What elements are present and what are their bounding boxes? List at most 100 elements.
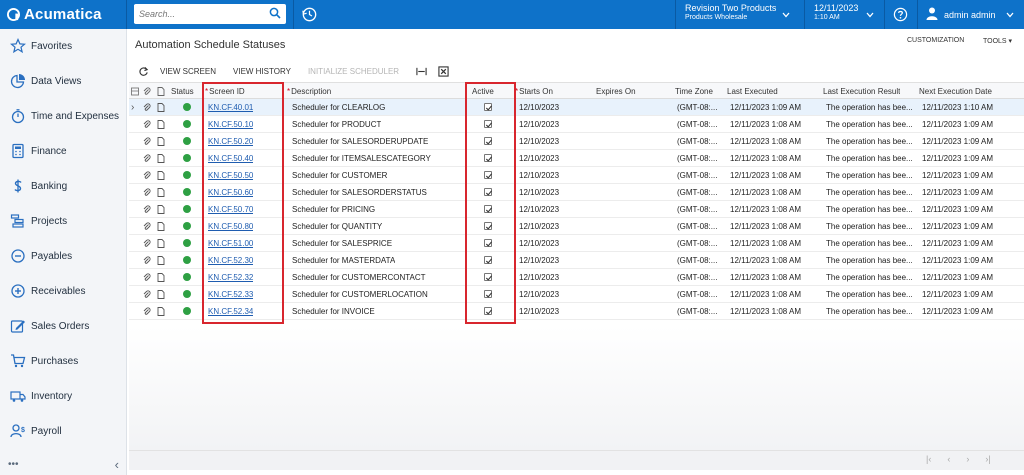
attachment-icon[interactable] [143,205,151,214]
column-header-status[interactable]: Status [171,83,194,100]
tools-menu[interactable]: TOOLS ▾ [983,37,1012,45]
attachment-icon[interactable] [143,239,151,248]
sidebar-item-inventory[interactable]: Inventory [0,379,127,413]
grid-pager [129,450,1024,470]
acumatica-logo[interactable]: Acumatica [0,0,127,29]
grid-settings-icon[interactable] [131,87,139,96]
note-icon[interactable] [157,103,165,112]
attachment-icon[interactable] [143,273,151,282]
sidebar-item-data-views[interactable]: Data Views [0,64,127,98]
last-result-cell: The operation has bee... [826,154,913,163]
sidebar-item-purchases[interactable]: Purchases [0,344,127,378]
status-ok-icon [183,154,191,162]
collapse-sidebar-button[interactable]: ‹ [115,457,119,472]
search-input[interactable] [134,5,264,23]
last-executed-cell: 12/11/2023 1:08 AM [730,290,802,299]
attachment-icon[interactable] [143,188,151,197]
pager-next-button[interactable]: › [966,454,969,464]
company-selector[interactable]: Revision Two Products Products Wholesale [685,3,776,22]
view-screen-button[interactable]: VIEW SCREEN [160,67,216,76]
description-cell: Scheduler for CUSTOMERLOCATION [292,290,428,299]
note-icon[interactable] [157,307,165,316]
note-icon[interactable] [157,273,165,282]
attachment-icon[interactable] [143,154,151,163]
description-cell: Scheduler for SALESPRICE [292,239,393,248]
sidebar-item-banking[interactable]: Banking [0,169,127,203]
sidebar-item-label: Banking [31,180,68,192]
note-icon[interactable] [157,137,165,146]
column-header-description[interactable]: *Description [287,83,331,100]
last-result-cell: The operation has bee... [826,137,913,146]
search-icon[interactable] [269,7,281,19]
note-icon[interactable] [157,154,165,163]
edit-icon [10,320,25,333]
attachment-icon[interactable] [143,222,151,231]
column-header-last-executed[interactable]: Last Executed [727,83,778,100]
sidebar-item-projects[interactable]: Projects [0,204,127,238]
more-button[interactable]: ••• [8,459,19,470]
attachment-icon[interactable] [143,171,151,180]
sidebar-item-time-expenses[interactable]: Time and Expenses [0,99,127,133]
time-zone-cell: (GMT-08:... [677,120,718,129]
sidebar-item-finance[interactable]: Finance [0,134,127,168]
screen-id-highlight [202,82,284,324]
starts-on-cell: 12/10/2023 [519,103,560,112]
attachment-icon[interactable] [143,307,151,316]
pager-prev-button[interactable]: ‹ [947,454,950,464]
next-date-cell: 12/11/2023 1:09 AM [922,137,994,146]
sidebar-item-payables[interactable]: Payables [0,239,127,273]
sidebar-item-sales-orders[interactable]: Sales Orders [0,309,127,343]
payroll-icon: $ [10,424,25,438]
time-zone-cell: (GMT-08:... [677,205,718,214]
starts-on-cell: 12/10/2023 [519,273,560,282]
chevron-down-icon[interactable] [782,12,790,18]
last-result-cell: The operation has bee... [826,222,913,231]
user-name[interactable]: admin admin [944,10,996,20]
pager-last-button[interactable]: ›| [985,454,990,464]
sidebar-item-label: Purchases [31,355,79,367]
column-header-expires-on[interactable]: Expires On [596,83,636,100]
column-header-label: Description [291,87,332,96]
customization-menu[interactable]: CUSTOMIZATION [907,37,964,44]
attachment-icon[interactable] [143,103,151,112]
note-icon[interactable] [157,171,165,180]
column-header-starts-on[interactable]: *Starts On [515,83,553,100]
global-search[interactable] [134,4,286,24]
row-selector-icon[interactable]: › [131,99,134,116]
attachment-icon[interactable] [143,256,151,265]
note-icon[interactable] [157,256,165,265]
starts-on-cell: 12/10/2023 [519,222,560,231]
chevron-down-icon[interactable] [866,12,874,18]
refresh-icon[interactable] [138,66,149,77]
sidebar-item-payroll[interactable]: $ Payroll [0,414,127,448]
sidebar-item-favorites[interactable]: Favorites [0,29,127,63]
view-history-button[interactable]: VIEW HISTORY [233,67,291,76]
note-icon[interactable] [157,239,165,248]
note-icon[interactable] [157,188,165,197]
chevron-down-icon[interactable] [1006,12,1014,18]
next-date-cell: 12/11/2023 1:09 AM [922,222,994,231]
fit-columns-icon[interactable] [416,66,427,77]
initialize-scheduler-button[interactable]: INITIALIZE SCHEDULER [308,67,399,76]
note-icon[interactable] [157,205,165,214]
sidebar-item-label: Time and Expenses [31,110,120,122]
last-result-cell: The operation has bee... [826,307,913,316]
attachment-icon[interactable] [143,120,151,129]
status-ok-icon [183,290,191,298]
user-icon[interactable] [926,7,938,20]
column-header-next-date[interactable]: Next Execution Date [919,83,992,100]
pager-first-button[interactable]: |‹ [926,454,931,464]
history-icon[interactable] [300,5,319,24]
attachment-icon[interactable] [143,290,151,299]
help-icon[interactable] [893,7,908,22]
column-header-time-zone[interactable]: Time Zone [675,83,713,100]
sidebar-item-receivables[interactable]: Receivables [0,274,127,308]
branch-name: Products Wholesale [685,13,748,21]
note-icon[interactable] [157,222,165,231]
column-header-last-result[interactable]: Last Execution Result [823,83,900,100]
attachment-icon[interactable] [143,137,151,146]
note-icon[interactable] [157,290,165,299]
export-excel-icon[interactable] [438,65,449,77]
note-icon[interactable] [157,120,165,129]
business-date[interactable]: 12/11/2023 1:10 AM [814,3,858,22]
